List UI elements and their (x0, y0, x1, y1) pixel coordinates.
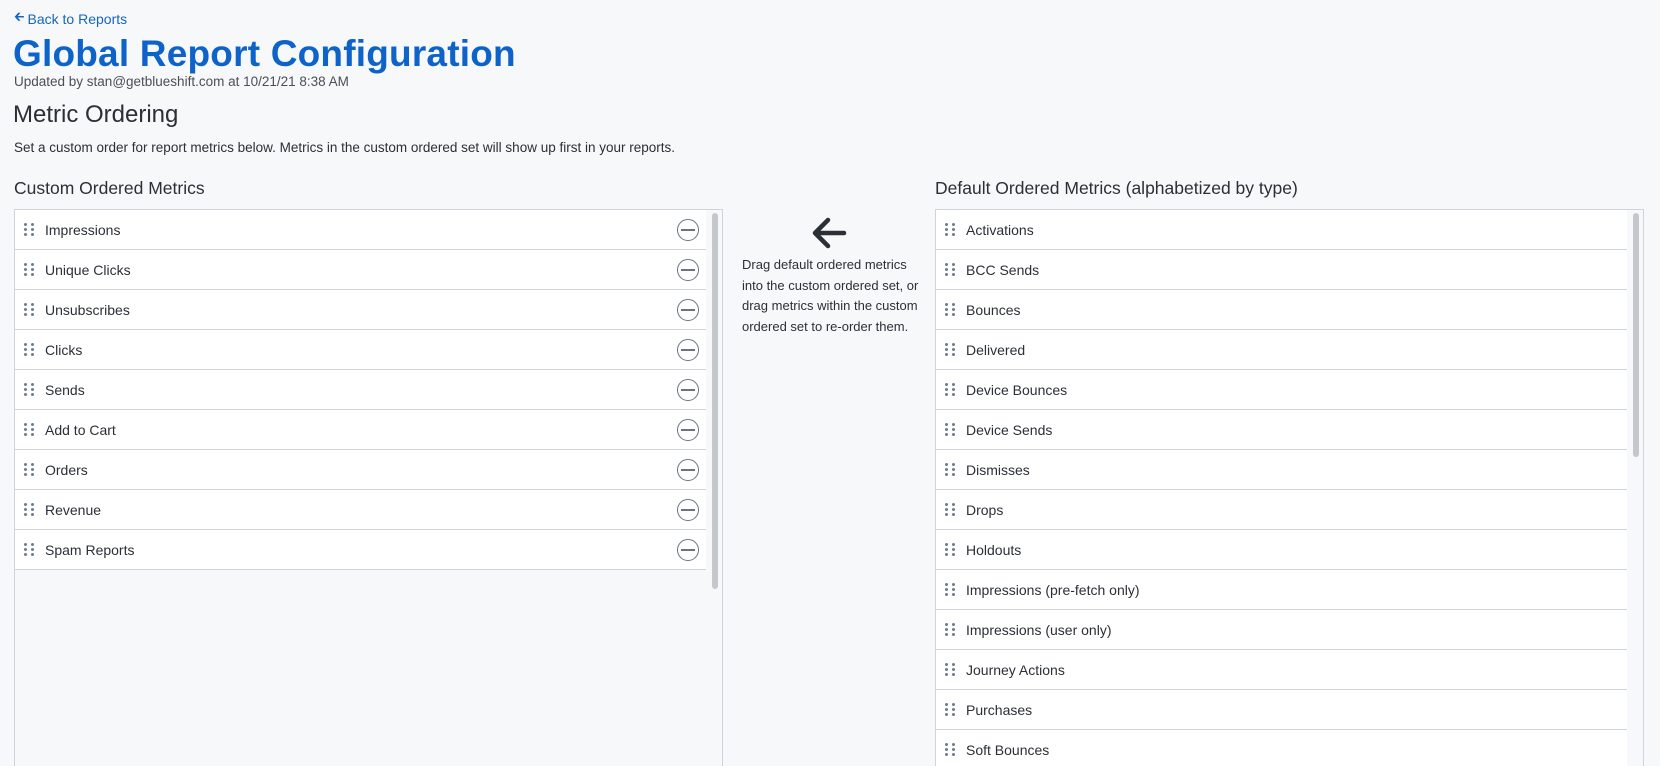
remove-metric-icon[interactable] (677, 299, 699, 321)
remove-metric-icon[interactable] (677, 459, 699, 481)
drag-handle-icon[interactable] (24, 342, 36, 358)
metric-row[interactable]: Dismisses (936, 450, 1627, 490)
section-description: Set a custom order for report metrics be… (14, 140, 675, 155)
metric-row[interactable]: Holdouts (936, 530, 1627, 570)
drag-handle-icon[interactable] (945, 342, 957, 358)
metric-label: Impressions (user only) (966, 621, 1112, 638)
metric-row[interactable]: Unsubscribes (15, 290, 706, 330)
metric-label: Device Bounces (966, 381, 1068, 398)
drag-handle-icon[interactable] (945, 542, 957, 558)
metric-row[interactable]: Impressions (pre-fetch only) (936, 570, 1627, 610)
metric-row[interactable]: Unique Clicks (15, 250, 706, 290)
scroll-thumb[interactable] (1633, 213, 1639, 457)
drag-handle-icon[interactable] (945, 622, 957, 638)
metric-label: Clicks (45, 341, 83, 358)
metric-row[interactable]: Purchases (936, 690, 1627, 730)
drag-handle-icon[interactable] (945, 502, 957, 518)
metric-label: Journey Actions (966, 661, 1065, 678)
metric-row[interactable]: Soft Bounces (936, 730, 1627, 766)
metric-label: Activations (966, 221, 1034, 238)
drag-handle-icon[interactable] (945, 222, 957, 238)
default-metrics-title: Default Ordered Metrics (alphabetized by… (935, 178, 1298, 198)
drag-handle-icon[interactable] (24, 422, 36, 438)
left-arrow-icon (812, 217, 847, 249)
drag-handle-icon[interactable] (945, 462, 957, 478)
scroll-thumb[interactable] (712, 213, 718, 589)
remove-metric-icon[interactable] (677, 379, 699, 401)
metric-label: Delivered (966, 341, 1026, 358)
instructions-text: Drag default ordered metrics into the cu… (742, 257, 919, 334)
metric-label: Impressions (45, 221, 121, 238)
custom-metrics-title: Custom Ordered Metrics (14, 178, 205, 198)
metric-label: Dismisses (966, 461, 1030, 478)
remove-metric-icon[interactable] (677, 219, 699, 241)
drag-handle-icon[interactable] (945, 582, 957, 598)
drag-handle-icon[interactable] (24, 262, 36, 278)
drag-handle-icon[interactable] (24, 382, 36, 398)
metric-label: BCC Sends (966, 261, 1040, 278)
back-to-reports-link[interactable]: 🡰 Back to Reports (14, 8, 127, 30)
drag-handle-icon[interactable] (945, 302, 957, 318)
metric-row[interactable]: Device Bounces (936, 370, 1627, 410)
drag-handle-icon[interactable] (24, 222, 36, 238)
metric-row[interactable]: Orders (15, 450, 706, 490)
metric-row[interactable]: Add to Cart (15, 410, 706, 450)
metric-row[interactable]: Impressions (user only) (936, 610, 1627, 650)
metric-label: Bounces (966, 301, 1021, 318)
remove-metric-icon[interactable] (677, 259, 699, 281)
metric-label: Unsubscribes (45, 301, 130, 318)
metric-row[interactable]: Sends (15, 370, 706, 410)
metric-label: Soft Bounces (966, 741, 1050, 758)
drag-handle-icon[interactable] (945, 262, 957, 278)
back-link-label: Back to Reports (27, 11, 128, 27)
metric-row[interactable]: Delivered (936, 330, 1627, 370)
metric-label: Orders (45, 461, 88, 478)
drag-handle-icon[interactable] (24, 542, 36, 558)
metric-row[interactable]: BCC Sends (936, 250, 1627, 290)
default-metrics-list[interactable]: Activations BCC Sends Bounces Delivered Devi… (935, 209, 1644, 766)
drag-handle-icon[interactable] (24, 302, 36, 318)
drag-handle-icon[interactable] (24, 462, 36, 478)
updated-by-text: Updated by stan@getblueshift.com at 10/2… (14, 74, 349, 89)
metric-row[interactable]: Drops (936, 490, 1627, 530)
metric-row[interactable]: Impressions (15, 210, 706, 250)
drag-handle-icon[interactable] (945, 662, 957, 678)
arrow-left-icon: 🡰 (14, 9, 25, 24)
metric-label: Spam Reports (45, 541, 135, 558)
default-list-scrollbar[interactable] (1627, 210, 1643, 766)
metric-label: Add to Cart (45, 421, 116, 438)
custom-metrics-list[interactable]: Impressions Unique Clicks Unsubscribes Clic… (14, 209, 723, 766)
custom-list-scrollbar[interactable] (706, 210, 722, 766)
metric-row[interactable]: Bounces (936, 290, 1627, 330)
metric-row[interactable]: Clicks (15, 330, 706, 370)
metric-label: Drops (966, 501, 1004, 518)
drag-handle-icon[interactable] (24, 502, 36, 518)
drag-handle-icon[interactable] (945, 742, 957, 758)
page-title: Global Report Configuration (13, 33, 516, 74)
remove-metric-icon[interactable] (677, 539, 699, 561)
section-title: Metric Ordering (13, 101, 179, 128)
metric-label: Purchases (966, 701, 1033, 718)
metric-label: Unique Clicks (45, 261, 131, 278)
metric-row[interactable]: Journey Actions (936, 650, 1627, 690)
remove-metric-icon[interactable] (677, 339, 699, 361)
metric-label: Revenue (45, 501, 102, 518)
metric-label: Impressions (pre-fetch only) (966, 581, 1140, 598)
drag-handle-icon[interactable] (945, 422, 957, 438)
drag-handle-icon[interactable] (945, 382, 957, 398)
metric-label: Holdouts (966, 541, 1022, 558)
drag-handle-icon[interactable] (945, 702, 957, 718)
metric-row[interactable]: Activations (936, 210, 1627, 250)
metric-row[interactable]: Device Sends (936, 410, 1627, 450)
remove-metric-icon[interactable] (677, 419, 699, 441)
metric-row[interactable]: Spam Reports (15, 530, 706, 570)
remove-metric-icon[interactable] (677, 499, 699, 521)
metric-label: Device Sends (966, 421, 1053, 438)
metric-label: Sends (45, 381, 85, 398)
metric-row[interactable]: Revenue (15, 490, 706, 530)
